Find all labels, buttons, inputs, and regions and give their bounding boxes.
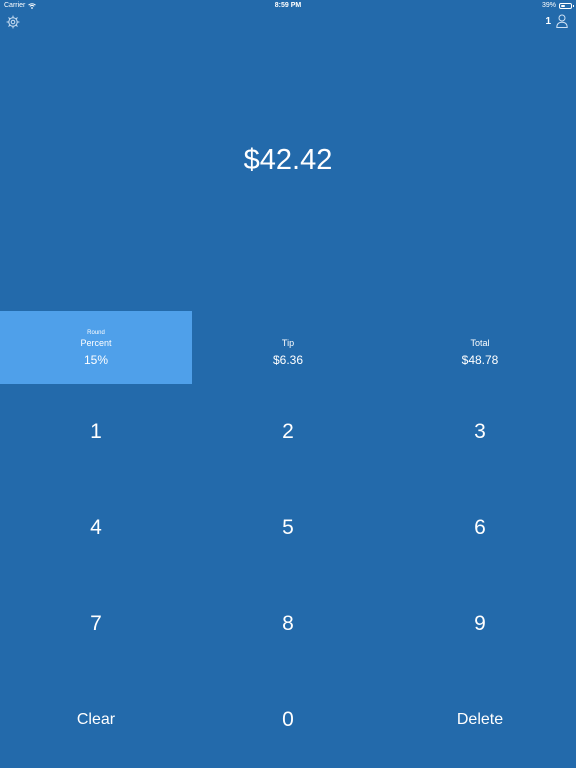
key-7[interactable]: 7 [0, 576, 192, 672]
clear-button[interactable]: Clear [0, 672, 192, 768]
key-1[interactable]: 1 [0, 384, 192, 480]
people-button[interactable]: 1 [545, 14, 568, 28]
bill-amount: $42.42 [243, 144, 333, 176]
status-bar: Carrier 8:59 PM 39% [0, 0, 576, 12]
tip-label: Tip [281, 338, 295, 348]
total-label: Total [470, 338, 490, 348]
gear-icon [6, 15, 20, 29]
settings-button[interactable] [6, 15, 20, 29]
total-cell[interactable]: Total $48.78 [384, 311, 576, 384]
keypad: 1 2 3 4 5 6 7 8 9 Clear 0 Delete [0, 384, 576, 768]
people-count: 1 [545, 15, 551, 27]
key-6[interactable]: 6 [384, 480, 576, 576]
tip-value: $6.36 [272, 353, 304, 367]
percent-value: 15% [83, 353, 109, 367]
tip-cell[interactable]: Tip $6.36 [192, 311, 384, 384]
key-3[interactable]: 3 [384, 384, 576, 480]
battery-info: 39% [541, 2, 574, 9]
key-2[interactable]: 2 [192, 384, 384, 480]
percent-cell[interactable]: Round Percent 15% [0, 311, 192, 384]
person-icon [556, 14, 568, 28]
info-row: Round Percent 15% Tip $6.36 Total $48.78 [0, 311, 576, 384]
battery-percent: 39% [541, 2, 556, 9]
key-9[interactable]: 9 [384, 576, 576, 672]
delete-button[interactable]: Delete [384, 672, 576, 768]
key-8[interactable]: 8 [192, 576, 384, 672]
key-4[interactable]: 4 [0, 480, 192, 576]
percent-label: Percent [80, 338, 112, 348]
battery-icon [559, 2, 574, 9]
status-time: 8:59 PM [274, 2, 302, 9]
total-value: $48.78 [461, 353, 499, 367]
round-label: Round [87, 330, 105, 336]
key-0[interactable]: 0 [192, 672, 384, 768]
key-5[interactable]: 5 [192, 480, 384, 576]
